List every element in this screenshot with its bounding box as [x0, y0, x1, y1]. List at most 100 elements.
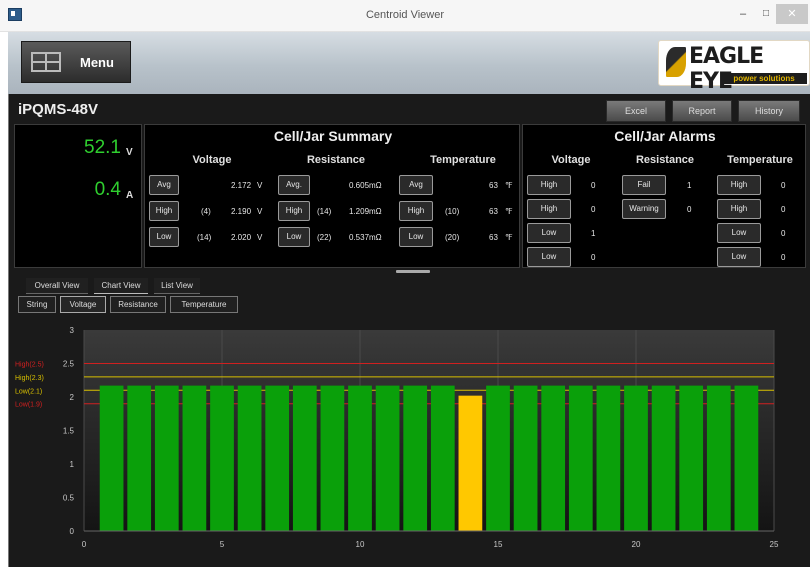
x-tick-label: 5 [220, 540, 225, 549]
bar [541, 385, 566, 531]
bar [596, 385, 621, 531]
bar [624, 385, 648, 531]
alarm-resistance-fail-button[interactable]: Fail [622, 175, 666, 195]
summary-temperature-high-index: (10) [445, 207, 460, 216]
alarm-voltage-high-1-button[interactable]: High [527, 175, 571, 195]
alarm-temperature-low-1-button[interactable]: Low [717, 223, 761, 243]
y-tick-label: 0 [70, 527, 75, 536]
alarm-resistance-fail-count: 1 [687, 181, 692, 190]
y-tick-label: 0.5 [63, 494, 75, 503]
minimize-button[interactable]: – [732, 4, 754, 24]
alarm-temperature-low-2-count: 0 [781, 253, 786, 262]
summary-voltage-high-button[interactable]: High [149, 201, 179, 221]
bar [265, 385, 290, 531]
x-tick-label: 20 [632, 540, 641, 549]
excel-button[interactable]: Excel [606, 100, 666, 122]
summary-voltage-low-button[interactable]: Low [149, 227, 179, 247]
summary-voltage-avg-unit: V [257, 181, 263, 190]
bar [182, 385, 207, 531]
bar [734, 385, 759, 531]
summary-voltage-low-index: (14) [197, 233, 212, 242]
title-bar: Centroid Viewer – □ ✕ [0, 0, 810, 32]
x-tick-label: 25 [770, 540, 779, 549]
summary-resistance-avg-unit: mΩ [369, 181, 382, 190]
summary-voltage-low-unit: V [257, 233, 263, 242]
alarm-temperature-low-2-button[interactable]: Low [717, 247, 761, 267]
bar [210, 385, 234, 531]
alarm-resistance-warning-button[interactable]: Warning [622, 199, 666, 219]
alarm-voltage-low-2-button[interactable]: Low [527, 247, 571, 267]
alarms-voltage-header: Voltage [551, 154, 591, 166]
menu-button[interactable]: Menu [21, 41, 131, 83]
eagle-icon [666, 47, 686, 77]
summary-resistance-high-button[interactable]: High [278, 201, 310, 221]
alarm-voltage-low-1-count: 1 [591, 229, 596, 238]
tab-chart-view[interactable]: Chart View [94, 278, 148, 294]
tab-voltage[interactable]: Voltage [60, 296, 106, 313]
alarms-resistance-header: Resistance [635, 154, 695, 166]
summary-resistance-high-value: 1.209 [349, 207, 370, 216]
y-tick-label: 3 [70, 326, 75, 335]
bar [513, 385, 538, 531]
alarm-resistance-warning-count: 0 [687, 205, 692, 214]
y-tick-label: 1.5 [63, 427, 75, 436]
bar [679, 385, 704, 531]
summary-resistance-avg-button[interactable]: Avg. [278, 175, 310, 195]
tab-string[interactable]: String [18, 296, 56, 313]
tab-overall-view[interactable]: Overall View [26, 278, 88, 294]
bar [486, 385, 510, 531]
bar [237, 385, 262, 531]
panel-splitter[interactable] [396, 270, 430, 273]
y-tick-label: 2.5 [63, 360, 75, 369]
alarm-temperature-high-1-button[interactable]: High [717, 175, 761, 195]
summary-resistance-low-value: 0.537 [349, 233, 370, 242]
summary-voltage-header: Voltage [192, 154, 232, 166]
alarm-temperature-high-2-count: 0 [781, 205, 786, 214]
bar [320, 385, 345, 531]
alarm-temperature-high-2-button[interactable]: High [717, 199, 761, 219]
history-button[interactable]: History [738, 100, 800, 122]
threshold-label: Low(1.9) [15, 402, 42, 409]
threshold-label: Low(2.1) [15, 388, 42, 395]
bar [154, 385, 179, 531]
cell-summary-panel: Cell/Jar Summary Voltage Resistance Temp… [144, 124, 520, 268]
alarm-voltage-high-2-button[interactable]: High [527, 199, 571, 219]
logo-text: EAGLE EYE [689, 44, 764, 94]
alarm-voltage-low-2-count: 0 [591, 253, 596, 262]
voltage-bar-chart: 3 2.5 2 1.5 1 0.5 0 0 5 10 15 20 25 High(2.5) High(2.3… [14, 318, 806, 562]
tab-resistance[interactable]: Resistance [110, 296, 166, 313]
close-button[interactable]: ✕ [776, 4, 808, 24]
summary-voltage-high-index: (4) [201, 207, 211, 216]
summary-voltage-low-value: 2.020 [231, 233, 252, 242]
chart-svg: 3 2.5 2 1.5 1 0.5 00 5 10 15 20 25 High(2.5) High(2.3… [15, 326, 779, 549]
y-tick-label: 1 [70, 460, 75, 469]
summary-temperature-high-unit: ℉ [505, 207, 513, 216]
bar [127, 385, 152, 531]
bar [430, 385, 455, 531]
bar [651, 385, 676, 531]
summary-resistance-header: Resistance [306, 154, 366, 166]
summary-voltage-avg-value: 2.172 [231, 181, 252, 190]
summary-temperature-avg-value: 63 [489, 181, 498, 190]
alarm-voltage-low-1-button[interactable]: Low [527, 223, 571, 243]
x-tick-label: 10 [356, 540, 365, 549]
summary-temperature-low-value: 63 [489, 233, 498, 242]
maximize-button[interactable]: □ [756, 4, 776, 24]
bar [403, 385, 428, 531]
menu-label: Menu [80, 55, 114, 70]
app-header: Menu EAGLE EYE power solutions [8, 32, 810, 94]
logo-subtitle: power solutions [721, 73, 807, 84]
summary-temperature-high-button[interactable]: High [399, 201, 433, 221]
tab-temperature[interactable]: Temperature [170, 296, 238, 313]
bar [568, 385, 593, 531]
alarm-temperature-low-1-count: 0 [781, 229, 786, 238]
summary-voltage-avg-button[interactable]: Avg [149, 175, 179, 195]
threshold-label: High(2.3) [15, 375, 44, 382]
summary-temperature-avg-button[interactable]: Avg [399, 175, 433, 195]
alarm-voltage-high-2-count: 0 [591, 205, 596, 214]
summary-temperature-low-button[interactable]: Low [399, 227, 433, 247]
report-button[interactable]: Report [672, 100, 732, 122]
bar [292, 385, 317, 531]
tab-list-view[interactable]: List View [154, 278, 200, 294]
summary-resistance-low-button[interactable]: Low [278, 227, 310, 247]
